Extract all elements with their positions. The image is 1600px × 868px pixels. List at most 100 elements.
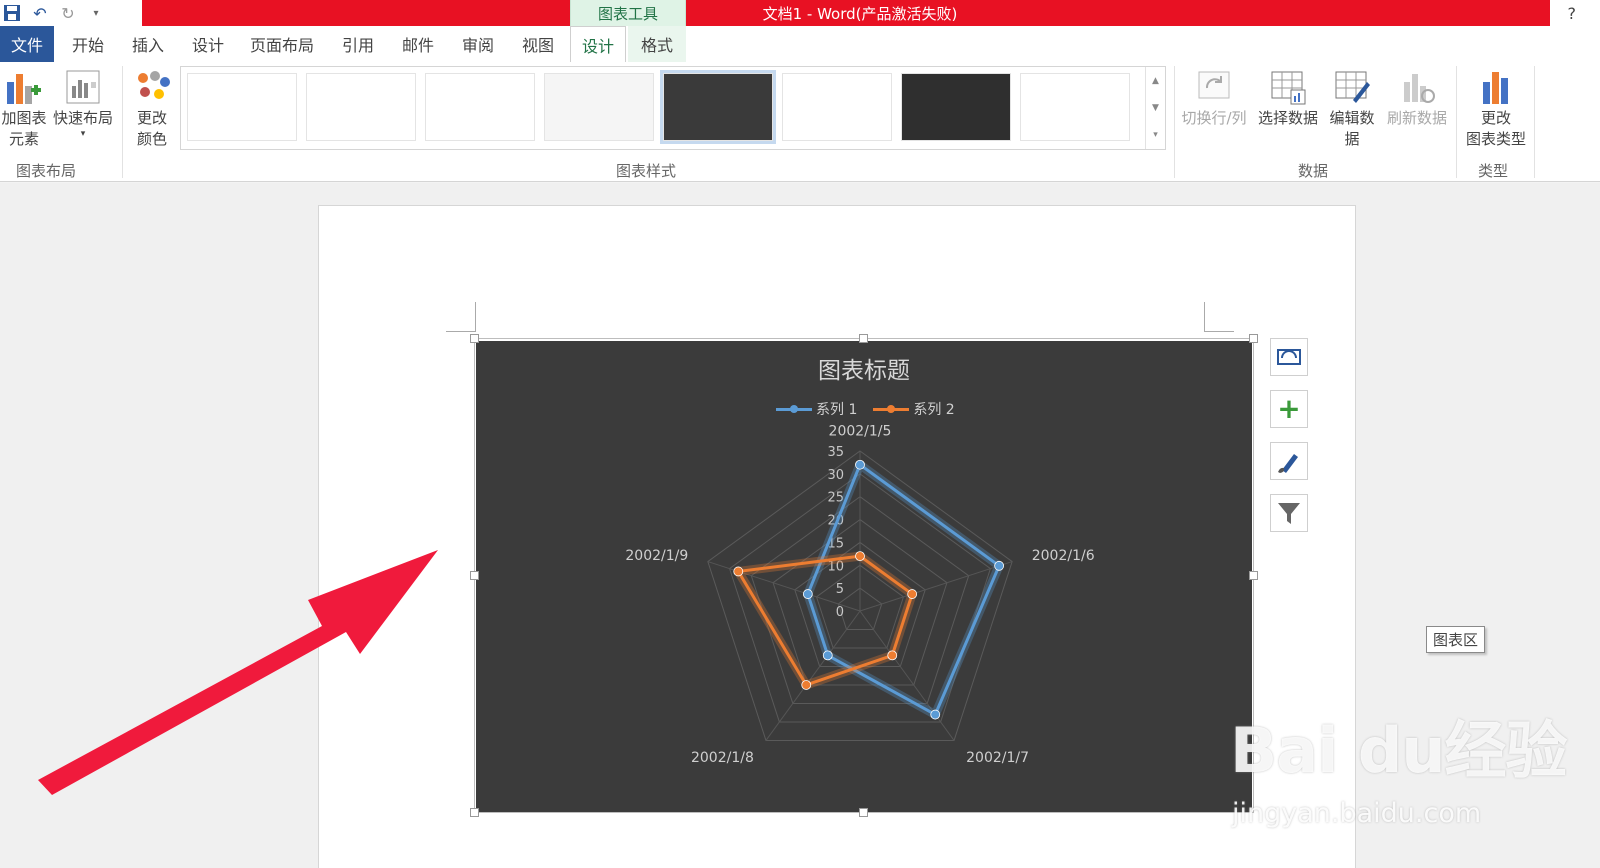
radar-spoke xyxy=(859,610,955,741)
resize-handle[interactable] xyxy=(1249,334,1258,343)
refresh-data-label: 刷新数据 xyxy=(1386,109,1447,127)
chart-style-3[interactable] xyxy=(425,73,535,141)
resize-handle[interactable] xyxy=(859,334,868,343)
quick-access-toolbar: ↶ ↻ ▾ xyxy=(0,0,112,26)
crop-mark xyxy=(1204,302,1234,332)
baidu-logo-watermark: Bai du经验 xyxy=(1230,714,1567,787)
chart-area-tooltip: 图表区 xyxy=(1426,626,1486,653)
switch-row-column-label: 切换行/列 xyxy=(1181,109,1247,127)
resize-handle[interactable] xyxy=(1249,571,1258,580)
add-chart-element-button[interactable]: 加图表 元素 xyxy=(0,68,48,150)
change-chart-type-icon xyxy=(1483,72,1508,104)
chart-style-2[interactable] xyxy=(306,73,416,141)
change-chart-type-button[interactable]: 更改 图表类型 xyxy=(1460,68,1532,150)
filter-icon xyxy=(1278,503,1300,524)
tab-references[interactable]: 引用 xyxy=(330,26,386,62)
select-data-label: 选择数据 xyxy=(1257,109,1318,127)
refresh-data-icon xyxy=(1404,74,1435,103)
add-chart-element-icon xyxy=(7,74,41,104)
crop-mark xyxy=(446,302,476,332)
customize-qat-icon[interactable]: ▾ xyxy=(84,1,108,25)
series-point xyxy=(855,459,865,470)
dropdown-arrow-icon: ▾ xyxy=(80,129,86,139)
tab-chart-format[interactable]: 格式 xyxy=(628,26,686,62)
series-point xyxy=(994,560,1005,571)
title-bar: ↶ ↻ ▾ 图表工具 文档1 - Word(产品激活失败) ? xyxy=(0,0,1600,26)
resize-handle[interactable] xyxy=(470,571,479,580)
tab-insert[interactable]: 插入 xyxy=(120,26,176,62)
layout-options-button[interactable] xyxy=(1270,338,1308,376)
baidu-url-watermark: jingyan.baidu.com xyxy=(1232,798,1482,829)
radar-category-label: 2002/1/9 xyxy=(625,548,688,564)
series-point xyxy=(855,551,865,562)
series-point xyxy=(822,650,833,661)
annotation-arrow xyxy=(38,550,438,795)
switch-row-column-icon xyxy=(1198,71,1230,99)
chart-filters-button[interactable] xyxy=(1270,494,1308,532)
chart-styles-button[interactable] xyxy=(1270,442,1308,480)
tab-file[interactable]: 文件 xyxy=(0,26,54,62)
edit-data-label: 编辑数 据 xyxy=(1329,109,1375,148)
ribbon-tabs: 文件 开始 插入 设计 页面布局 引用 邮件 审阅 视图 设计 格式 xyxy=(0,26,1600,62)
ribbon: 加图表 元素 快速布局 ▾ 更改 颜色 ▲ ▼ ▾ 切换行/列 选择数据 编辑数… xyxy=(0,62,1600,182)
gallery-more-icon[interactable]: ▾ xyxy=(1153,130,1158,140)
chart-style-1[interactable] xyxy=(187,73,297,141)
resize-handle[interactable] xyxy=(470,808,479,817)
edit-data-button[interactable]: 编辑数 据 xyxy=(1324,68,1380,150)
radar-tick-label: 0 xyxy=(836,605,844,620)
window-title: 文档1 - Word(产品激活失败) xyxy=(762,4,958,23)
series-point xyxy=(733,566,744,577)
change-colors-label: 更改 颜色 xyxy=(136,109,167,148)
save-icon[interactable] xyxy=(0,1,24,25)
chart-area[interactable]: 图表标题 系列 1 系列 2 0 5 10 15 20 25 30 35 2002/1/5 200… xyxy=(476,341,1252,812)
tab-review[interactable]: 审阅 xyxy=(450,26,506,62)
group-label-chart-layouts: 图表布局 xyxy=(16,162,77,180)
tab-mailings[interactable]: 邮件 xyxy=(390,26,446,62)
scroll-down-icon[interactable]: ▼ xyxy=(1152,103,1159,113)
group-label-data: 数据 xyxy=(1298,162,1329,180)
add-chart-element-label: 加图表 元素 xyxy=(1,109,47,148)
radar-category-label: 2002/1/6 xyxy=(1032,548,1095,564)
group-separator xyxy=(1456,66,1457,178)
redo-icon[interactable]: ↻ xyxy=(56,1,80,25)
chart-style-7[interactable] xyxy=(901,73,1011,141)
radar-plot: 051015202530352002/1/52002/1/62002/1/720… xyxy=(625,423,1095,766)
tab-chart-design[interactable]: 设计 xyxy=(570,26,626,62)
chart-style-5[interactable] xyxy=(660,70,776,144)
help-icon[interactable]: ? xyxy=(1568,0,1577,26)
quick-layout-icon xyxy=(66,70,100,104)
select-data-button[interactable]: 选择数据 xyxy=(1254,68,1322,129)
tab-design[interactable]: 设计 xyxy=(180,26,236,62)
switch-row-column-button[interactable]: 切换行/列 xyxy=(1176,68,1252,129)
gallery-scrollbar[interactable]: ▲ ▼ ▾ xyxy=(1145,67,1165,149)
resize-handle[interactable] xyxy=(859,808,868,817)
undo-icon[interactable]: ↶ xyxy=(28,1,52,25)
group-separator xyxy=(122,66,123,178)
change-colors-icon xyxy=(138,71,170,99)
radar-category-label: 2002/1/7 xyxy=(966,750,1029,766)
chart-elements-button[interactable]: + xyxy=(1270,390,1308,428)
series-point xyxy=(887,650,898,661)
radar-tick-label: 35 xyxy=(827,445,844,460)
series-point xyxy=(907,589,918,599)
chart-style-6[interactable] xyxy=(782,73,892,141)
radar-category-label: 2002/1/8 xyxy=(691,750,754,766)
group-separator xyxy=(1534,66,1535,178)
chart-styles-gallery: ▲ ▼ ▾ xyxy=(180,66,1166,150)
change-colors-button[interactable]: 更改 颜色 xyxy=(128,68,176,150)
resize-handle[interactable] xyxy=(470,334,479,343)
chart-style-4[interactable] xyxy=(544,73,654,141)
refresh-data-button[interactable]: 刷新数据 xyxy=(1382,68,1452,129)
tab-page-layout[interactable]: 页面布局 xyxy=(240,26,324,62)
quick-layout-label: 快速布局 xyxy=(52,109,113,127)
series-point xyxy=(930,709,941,720)
scroll-up-icon[interactable]: ▲ xyxy=(1152,76,1159,86)
quick-layout-button[interactable]: 快速布局 ▾ xyxy=(50,68,116,139)
tab-view[interactable]: 视图 xyxy=(510,26,566,62)
change-chart-type-label: 更改 图表类型 xyxy=(1465,109,1526,148)
chart-tools-context-header: 图表工具 xyxy=(570,0,686,26)
radar-tick-label: 5 xyxy=(836,582,844,597)
chart-style-8[interactable] xyxy=(1020,73,1130,141)
tab-home[interactable]: 开始 xyxy=(60,26,116,62)
group-label-type: 类型 xyxy=(1478,162,1509,180)
